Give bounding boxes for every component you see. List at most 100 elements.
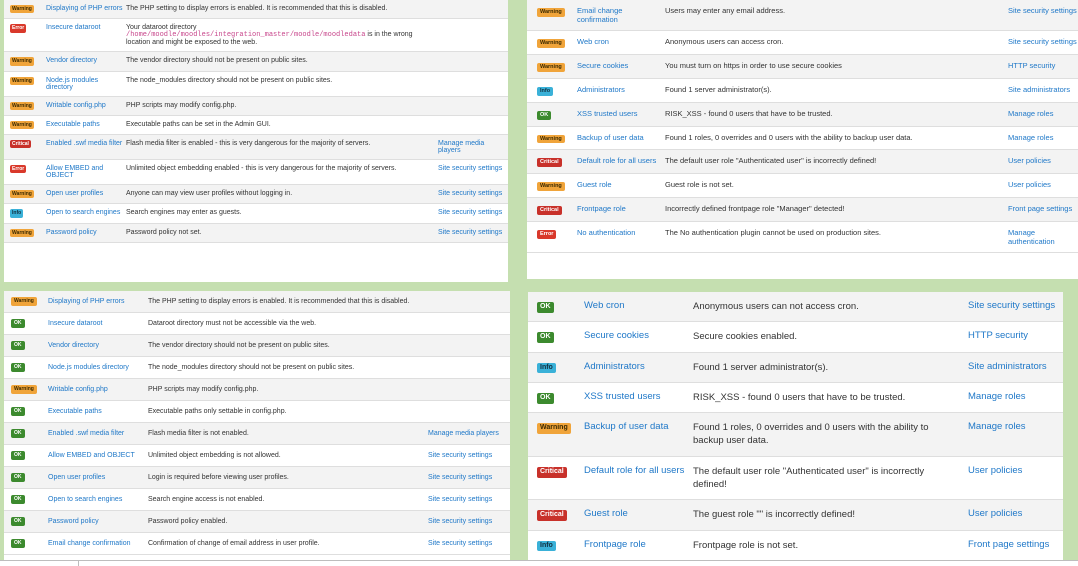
check-name-link[interactable]: Insecure dataroot — [48, 320, 102, 327]
action-link-user-policies[interactable]: User policies — [968, 508, 1022, 519]
check-name-link[interactable]: Default role for all users — [577, 156, 656, 165]
action-link-manage-media-players[interactable]: Manage media players — [428, 430, 499, 437]
check-name-link[interactable]: Open user profiles — [46, 190, 103, 197]
action-link-site-security-settings[interactable]: Site security settings — [438, 165, 502, 172]
check-name-link[interactable]: Writable config.php — [46, 102, 106, 109]
check-name-link[interactable]: Web cron — [584, 300, 624, 311]
check-name-link[interactable]: Web cron — [577, 37, 609, 46]
action-link-http-security[interactable]: HTTP security — [1008, 61, 1055, 70]
check-name-link[interactable]: Executable paths — [46, 121, 100, 128]
check-name-link[interactable]: Open user profiles — [48, 474, 105, 481]
check-name-cell: Displaying of PHP errors — [46, 5, 126, 12]
description-text: Anonymous users can access cron. — [665, 37, 784, 46]
check-name-link[interactable]: Insecure dataroot — [46, 24, 100, 31]
action-link-site-administrators[interactable]: Site administrators — [1008, 85, 1070, 94]
action-link-http-security[interactable]: HTTP security — [968, 330, 1028, 341]
action-link-manage-authentication[interactable]: Manage authentication — [1008, 228, 1055, 246]
check-name-link[interactable]: Administrators — [584, 361, 645, 372]
description-text: You must turn on https in order to use s… — [665, 60, 842, 70]
check-name-link[interactable]: Open to search engines — [48, 496, 122, 503]
action-link-manage-roles[interactable]: Manage roles — [1008, 109, 1053, 118]
status-badge: Critical — [537, 466, 567, 478]
action-link-site-administrators[interactable]: Site administrators — [968, 361, 1047, 372]
check-name-link[interactable]: No authentication — [577, 228, 635, 237]
check-name-link[interactable]: Enabled .swf media filter — [48, 430, 124, 437]
description-text: PHP scripts may modify config.php. — [148, 386, 259, 393]
action-link-site-security-settings[interactable]: Site security settings — [428, 496, 492, 503]
status-badge: Error — [10, 24, 27, 33]
check-row-password-policy: OK Password policy Password policy enabled… — [4, 511, 510, 533]
action-link-site-security-settings[interactable]: Site security settings — [438, 190, 502, 197]
check-name-link[interactable]: Writable config.php — [48, 386, 108, 393]
check-name-link[interactable]: Enabled .swf media filter — [46, 140, 122, 147]
status-cell: Info — [527, 85, 577, 96]
action-link-site-security-settings[interactable]: Site security settings — [428, 518, 492, 525]
action-link-site-security-settings[interactable]: Site security settings — [428, 474, 492, 481]
check-name-link[interactable]: Node.js modules directory — [46, 77, 98, 91]
action-link-site-security-settings[interactable]: Site security settings — [428, 452, 492, 459]
action-cell: Manage media players — [438, 140, 508, 154]
description-text: Dataroot directory must not be accessibl… — [148, 320, 317, 327]
action-link-user-policies[interactable]: User policies — [1008, 180, 1051, 189]
action-link-front-page-settings[interactable]: Front page settings — [1008, 204, 1072, 213]
action-link-manage-roles[interactable]: Manage roles — [968, 421, 1026, 432]
status-cell: OK — [4, 539, 48, 548]
description-text: RISK_XSS - found 0 users that have to be… — [665, 108, 833, 118]
check-description: Executable paths only settable in config… — [148, 408, 428, 415]
action-link-manage-roles[interactable]: Manage roles — [1008, 133, 1053, 142]
action-link-manage-media-players[interactable]: Manage media players — [438, 140, 484, 154]
check-name-link[interactable]: Frontpage role — [577, 204, 626, 213]
action-link-site-security-settings[interactable]: Site security settings — [438, 229, 502, 236]
check-name-link[interactable]: Displaying of PHP errors — [46, 5, 123, 12]
check-name-link[interactable]: Vendor directory — [48, 342, 99, 349]
check-name-cell: Node.js modules directory — [46, 77, 126, 91]
action-link-site-security-settings[interactable]: Site security settings — [428, 540, 492, 547]
check-description: The PHP setting to display errors is ena… — [148, 298, 428, 305]
check-name-link[interactable]: Open to search engines — [46, 209, 120, 216]
action-link-user-policies[interactable]: User policies — [1008, 156, 1051, 165]
check-name-link[interactable]: Secure cookies — [577, 61, 628, 70]
check-name-link[interactable]: Secure cookies — [584, 330, 649, 341]
check-name-link[interactable]: Default role for all users — [584, 465, 684, 476]
check-name-link[interactable]: Allow EMBED and OBJECT — [46, 165, 103, 179]
check-description: Executable paths can be set in the Admin… — [126, 121, 438, 128]
check-name-link[interactable]: Node.js modules directory — [48, 364, 129, 371]
description-text: Secure cookies enabled. — [693, 331, 798, 343]
bottom-tab — [78, 561, 173, 566]
check-name-link[interactable]: Displaying of PHP errors — [48, 298, 125, 305]
check-name-link[interactable]: Vendor directory — [46, 57, 97, 64]
check-row-web-cron: OK Web cron Anonymous users can not access… — [528, 292, 1063, 323]
description-text: Password policy enabled. — [148, 518, 228, 525]
action-link-site-security-settings[interactable]: Site security settings — [968, 300, 1055, 311]
check-name-link[interactable]: Frontpage role — [584, 539, 646, 550]
action-link-site-security-settings[interactable]: Site security settings — [438, 209, 502, 216]
check-name-link[interactable]: Administrators — [577, 85, 625, 94]
check-name-cell: Password policy — [46, 229, 126, 236]
status-badge: Warning — [11, 385, 37, 394]
check-name-link[interactable]: Email change confirmation — [48, 540, 131, 547]
check-row-default-role-for-all-users: Critical Default role for all users The de… — [528, 457, 1063, 501]
action-link-manage-roles[interactable]: Manage roles — [968, 391, 1026, 402]
check-name-link[interactable]: Backup of user data — [577, 133, 644, 142]
check-row-insecure-dataroot: Error Insecure dataroot Your dataroot dire… — [4, 19, 508, 53]
description-text: Frontpage role is not set. — [693, 539, 799, 551]
check-name-link[interactable]: Password policy — [48, 518, 99, 525]
check-name-link[interactable]: Email change confirmation — [577, 6, 622, 24]
action-link-site-security-settings[interactable]: Site security settings — [1008, 6, 1077, 15]
action-link-front-page-settings[interactable]: Front page settings — [968, 539, 1049, 550]
status-badge: Critical — [537, 158, 562, 168]
action-link-user-policies[interactable]: User policies — [968, 465, 1022, 476]
check-name-link[interactable]: Executable paths — [48, 408, 102, 415]
check-name-link[interactable]: Backup of user data — [584, 421, 669, 432]
check-row-xss-trusted-users: OK XSS trusted users RISK_XSS - found 0 us… — [528, 383, 1063, 414]
check-description: Anonymous users can not access cron. — [693, 300, 968, 313]
check-name-link[interactable]: Allow EMBED and OBJECT — [48, 452, 135, 459]
check-name-link[interactable]: Password policy — [46, 229, 97, 236]
action-link-site-security-settings[interactable]: Site security settings — [1008, 37, 1077, 46]
check-name-link[interactable]: Guest role — [577, 180, 612, 189]
check-name-link[interactable]: XSS trusted users — [577, 109, 637, 118]
check-name-link[interactable]: XSS trusted users — [584, 391, 661, 402]
check-name-link[interactable]: Guest role — [584, 508, 628, 519]
check-name-cell: Guest role — [584, 508, 693, 519]
check-description: Secure cookies enabled. — [693, 330, 968, 343]
